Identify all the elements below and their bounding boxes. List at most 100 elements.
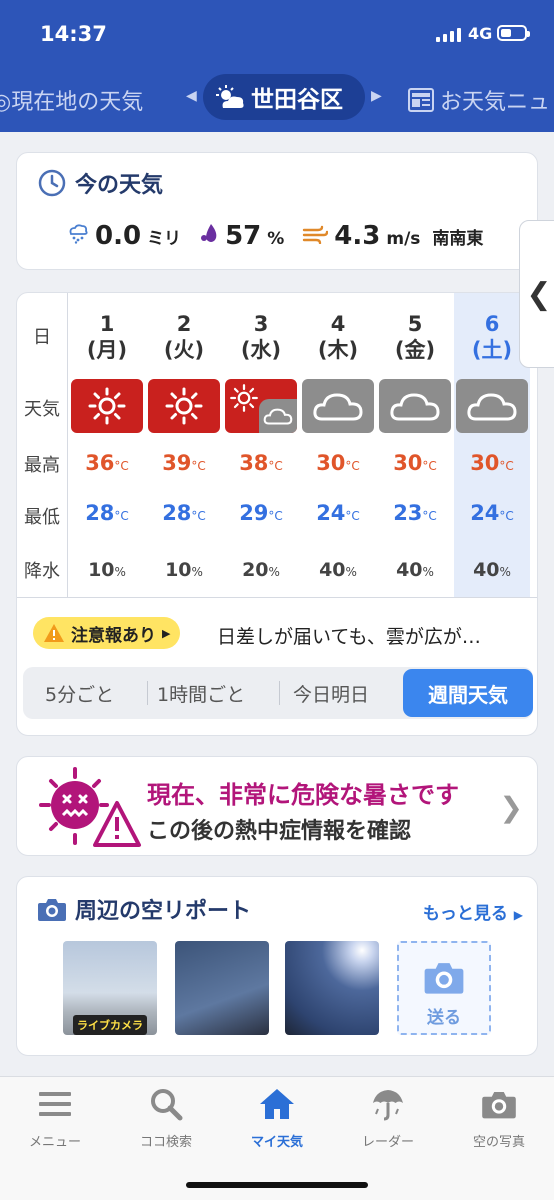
nav-search-label: ココ検索: [139, 1135, 192, 1150]
day-weekday: (月): [86, 338, 128, 362]
sky-report-card: 周辺の空リポート もっと見る ▶ ライブカメラ 送る: [16, 876, 538, 1056]
side-panel-toggle[interactable]: ❮: [519, 220, 554, 368]
precip-value: 10: [165, 559, 192, 581]
high-temp-value: 38: [239, 451, 269, 475]
precip-value: 20: [242, 559, 269, 581]
temp-unit: °C: [345, 459, 360, 473]
low-temp-value: 28: [162, 501, 192, 525]
current-weather-card[interactable]: 今の天気 0.0 ミリ 57% 4.3 m/s 南南東: [16, 152, 538, 270]
forecast-day[interactable]: 2 (火) 39°C 28°C 10%: [146, 293, 222, 597]
forecast-day[interactable]: 3 (水) 38°C 29°C 20%: [223, 293, 299, 597]
current-weather-title: 今の天気: [37, 167, 163, 199]
precip-chance: 20%: [223, 559, 299, 581]
nav-my-weather-label: マイ天気: [250, 1135, 303, 1150]
see-more-link[interactable]: もっと見る ▶: [423, 899, 523, 924]
day-weekday: (金): [394, 338, 436, 362]
chevron-right-icon: ❯: [499, 791, 523, 824]
section-divider: [17, 597, 537, 598]
sky-report-title: 周辺の空リポート: [37, 893, 251, 925]
status-time: 14:37: [40, 22, 107, 46]
low-temp: 28°C: [69, 501, 145, 525]
weather-icon-tile: [302, 379, 374, 433]
forecast-day[interactable]: 5 (金) 30°C 23°C 40%: [377, 293, 453, 597]
sky-photo-thumbnail[interactable]: [285, 941, 379, 1035]
day-weekday: (水): [240, 338, 282, 362]
wind-direction: 南南東: [432, 229, 484, 249]
cloud-icon: [467, 393, 517, 421]
tab-setagaya[interactable]: 世田谷区: [203, 74, 365, 120]
chevron-right-icon[interactable]: ▶: [371, 88, 382, 104]
nav-my-weather[interactable]: マイ天気: [222, 1087, 332, 1150]
temp-unit: °C: [499, 459, 514, 473]
send-photo-label: 送る: [427, 1008, 461, 1028]
low-temp-value: 29: [239, 501, 269, 525]
temp-unit: °C: [191, 459, 206, 473]
warning-badge-label: 注意報あり: [71, 625, 156, 646]
low-temp: 24°C: [300, 501, 376, 525]
segment-today-tomorrow[interactable]: 今日明日: [293, 680, 369, 707]
day-date: 5: [407, 312, 423, 336]
temp-unit: °C: [345, 509, 360, 523]
segment-weekly[interactable]: 週間天気: [403, 669, 533, 717]
temp-unit: °C: [499, 509, 514, 523]
high-temp-value: 30: [316, 451, 346, 475]
high-temp: 38°C: [223, 451, 299, 475]
warning-summary[interactable]: 日差しが届いても、雲が広が…: [217, 622, 481, 649]
temp-unit: °C: [114, 459, 129, 473]
battery-icon: [497, 25, 530, 41]
precip-value: 40: [473, 559, 500, 581]
live-camera-thumbnail[interactable]: ライブカメラ: [63, 941, 157, 1035]
forecast-day[interactable]: 4 (木) 30°C 24°C 40%: [300, 293, 376, 597]
warning-badge[interactable]: 注意報あり ▶: [33, 617, 181, 649]
network-label: 4G: [468, 24, 493, 43]
heat-alert-card[interactable]: 現在、非常に危険な暑さです この後の熱中症情報を確認 ❯: [16, 756, 538, 856]
temp-unit: °C: [114, 509, 129, 523]
heat-alert-subtitle: この後の熱中症情報を確認: [147, 819, 412, 844]
high-temp-value: 30: [393, 451, 423, 475]
high-temp-value: 39: [162, 451, 192, 475]
segment-hourly[interactable]: 1時間ごと: [157, 680, 245, 707]
heatstroke-warning-icon: [39, 767, 141, 847]
day-date: 4: [330, 312, 346, 336]
caret-right-icon: ▶: [513, 908, 523, 922]
nav-menu[interactable]: メニュー: [0, 1087, 110, 1150]
nav-radar[interactable]: レーダー: [333, 1087, 443, 1150]
tab-weather-news[interactable]: お天気ニュ: [408, 84, 550, 116]
day-weekday: (火): [163, 338, 205, 362]
live-camera-label: ライブカメラ: [73, 1015, 147, 1035]
precip-unit: %: [114, 565, 126, 579]
chevron-left-icon[interactable]: ◀: [186, 88, 197, 104]
sky-photo-thumbnail[interactable]: [175, 941, 269, 1035]
precip-value: 40: [396, 559, 423, 581]
segment-divider: [147, 681, 148, 705]
cloud-icon: [313, 393, 363, 421]
precip-chance: 40%: [454, 559, 530, 581]
low-temp: 24°C: [454, 501, 530, 525]
weather-icon-tile: [148, 379, 220, 433]
nav-sky-photos[interactable]: 空の写真: [444, 1087, 554, 1150]
sun-cloud-icon: [216, 85, 244, 108]
precip-chance: 10%: [69, 559, 145, 581]
precip-unit: %: [345, 565, 357, 579]
temp-unit: °C: [268, 459, 283, 473]
tab-setagaya-label: 世田谷区: [251, 87, 343, 113]
precip-chance: 10%: [146, 559, 222, 581]
tab-current-location[interactable]: ◎現在地の天気: [0, 84, 143, 116]
precip-unit: %: [499, 565, 511, 579]
weather-icon-tile: [225, 379, 297, 433]
nav-search[interactable]: ココ検索: [111, 1087, 221, 1150]
temp-unit: °C: [422, 509, 437, 523]
segment-5min[interactable]: 5分ごと: [45, 680, 114, 707]
weather-icon-tile: [71, 379, 143, 433]
high-temp-value: 36: [85, 451, 115, 475]
temp-unit: °C: [191, 509, 206, 523]
low-temp-value: 23: [393, 501, 423, 525]
forecast-day[interactable]: 1 (月) 36°C 28°C 10%: [69, 293, 145, 597]
send-photo-button[interactable]: 送る: [397, 941, 491, 1035]
row-label-weather: 天気: [24, 399, 60, 420]
temp-unit: °C: [422, 459, 437, 473]
sky-report-title-text: 周辺の空リポート: [75, 899, 252, 924]
news-icon: [408, 88, 434, 112]
row-label-high: 最高: [24, 455, 60, 476]
nav-radar-label: レーダー: [361, 1135, 414, 1150]
